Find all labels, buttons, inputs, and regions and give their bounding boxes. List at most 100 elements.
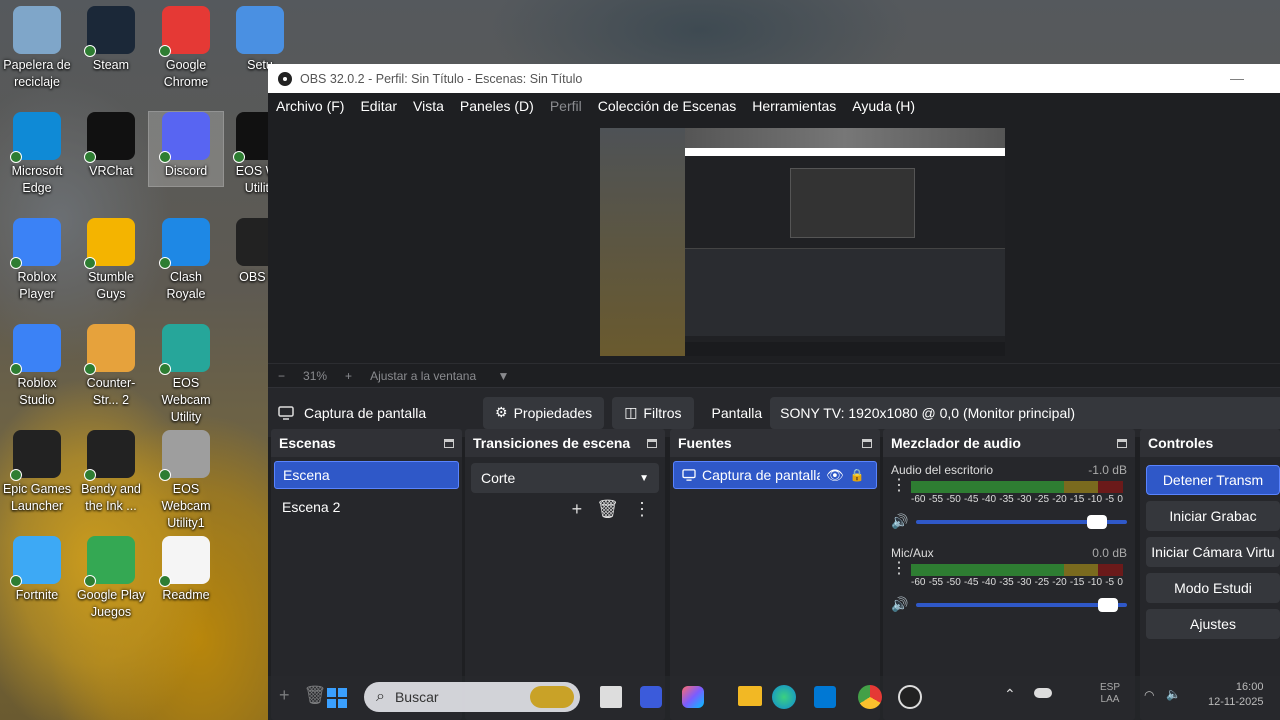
- desktop-icon[interactable]: Roblox Player: [0, 218, 74, 303]
- desktop-icon[interactable]: Clash Royale: [149, 218, 223, 303]
- menu-item[interactable]: Paneles (D): [460, 98, 534, 114]
- minimize-button[interactable]: —: [1230, 70, 1244, 86]
- menu-item[interactable]: Vista: [413, 98, 444, 114]
- edge-taskbar-icon[interactable]: [772, 685, 796, 709]
- obs-taskbar-icon[interactable]: [898, 685, 922, 709]
- menu-item[interactable]: Editar: [360, 98, 397, 114]
- chevron-up-icon[interactable]: ⌃: [1004, 686, 1016, 703]
- preview-canvas[interactable]: [600, 128, 1005, 356]
- volume-knob[interactable]: [1087, 514, 1108, 529]
- sync-status-icon: [84, 257, 96, 269]
- desktop-icon[interactable]: Microsoft Edge: [0, 112, 74, 197]
- clock-date: 12-11-2025: [1208, 696, 1264, 708]
- desktop-icon[interactable]: Readme: [149, 536, 223, 604]
- speaker-icon[interactable]: 🔈: [1166, 687, 1181, 701]
- language-indicator[interactable]: ESP LAA: [1100, 682, 1120, 706]
- undock-icon[interactable]: [647, 438, 657, 448]
- scene-name: Escena 2: [282, 499, 341, 515]
- steam-icon: [84, 6, 135, 57]
- speaker-icon[interactable]: 🔊: [891, 596, 908, 613]
- desktop-icon[interactable]: Roblox Studio: [0, 324, 74, 409]
- onedrive-icon[interactable]: [1034, 688, 1052, 698]
- menu-item[interactable]: Archivo (F): [276, 98, 344, 114]
- channel-name: Audio del escritorio: [891, 463, 994, 477]
- eye-icon[interactable]: 👁: [826, 467, 844, 484]
- scene-item[interactable]: Escena 2: [274, 493, 459, 521]
- menu-item[interactable]: Ayuda (H): [852, 98, 915, 114]
- transition-select[interactable]: Corte ▼: [471, 463, 659, 493]
- volume-slider[interactable]: [916, 597, 1127, 612]
- undock-icon[interactable]: [444, 438, 454, 448]
- desktop-icon[interactable]: VRChat: [74, 112, 148, 180]
- settings-button[interactable]: Ajustes: [1146, 609, 1280, 639]
- language-layout: LAA: [1100, 694, 1120, 705]
- desktop-icon[interactable]: Bendy and the Ink ...: [74, 430, 148, 515]
- volume-slider[interactable]: [916, 514, 1127, 529]
- meter-scale: -60 -55 -50 -45 -40 -35 -30 -25 -20 -15 -10 -5 0: [911, 494, 1123, 505]
- copilot-icon[interactable]: [640, 686, 662, 708]
- edge-icon: [10, 112, 61, 163]
- desktop-icon-label: Papelera de reciclaje: [3, 58, 71, 89]
- desktop-icon[interactable]: Discord: [148, 111, 224, 187]
- desktop-icon[interactable]: Stumble Guys: [74, 218, 148, 303]
- desktop-icon[interactable]: Google Chrome: [149, 6, 223, 91]
- meter-tick: -35: [999, 494, 1014, 505]
- desktop-icon[interactable]: EOS Webcam Utility1: [149, 430, 223, 532]
- sync-status-icon: [84, 363, 96, 375]
- desktop-icon[interactable]: Papelera de reciclaje: [0, 6, 74, 91]
- filters-button[interactable]: ◫ Filtros: [612, 396, 694, 429]
- zoom-in-button[interactable]: +: [345, 369, 352, 383]
- desktop-icon[interactable]: Google Play Juegos: [74, 536, 148, 621]
- fit-window-select[interactable]: Ajustar a la ventana ▼: [370, 369, 509, 383]
- undock-icon[interactable]: [862, 438, 872, 448]
- lock-icon[interactable]: 🔒: [850, 468, 865, 482]
- studio-mode-button[interactable]: Modo Estudi: [1146, 573, 1280, 603]
- more-options-icon[interactable]: ⋮: [891, 478, 907, 494]
- fortnite-icon: [10, 536, 61, 587]
- start-recording-button[interactable]: Iniciar Grabac: [1146, 501, 1280, 531]
- menu-item[interactable]: Perfil: [550, 98, 582, 114]
- windows-start-icon[interactable]: [324, 686, 350, 710]
- more-options-icon[interactable]: ⋮: [633, 499, 651, 520]
- volume-knob[interactable]: [1097, 597, 1118, 612]
- add-transition-button[interactable]: +: [572, 499, 583, 520]
- desktop-icon[interactable]: EOS Webcam Utility: [149, 324, 223, 426]
- stop-streaming-button[interactable]: Detener Transm: [1146, 465, 1280, 495]
- task-view-icon[interactable]: [600, 686, 622, 708]
- desktop-icon-label: Google Chrome: [163, 58, 209, 89]
- undock-icon[interactable]: [1117, 438, 1127, 448]
- copilot-app-icon[interactable]: [682, 686, 704, 708]
- file-explorer-icon[interactable]: [738, 686, 762, 706]
- search-icon: ⌕: [376, 688, 385, 705]
- desktop-icon[interactable]: Fortnite: [0, 536, 74, 604]
- desktop-icon[interactable]: Steam: [74, 6, 148, 74]
- meter-bars: [911, 564, 1123, 576]
- store-icon[interactable]: [814, 686, 836, 708]
- sync-status-icon: [159, 363, 171, 375]
- menu-item[interactable]: Herramientas: [752, 98, 836, 114]
- display-select[interactable]: SONY TV: 1920x1080 @ 0,0 (Monitor princi…: [770, 396, 1280, 429]
- meter-tick: -10: [1087, 494, 1103, 505]
- start-virtual-camera-button[interactable]: Iniciar Cámara Virtu: [1146, 537, 1280, 567]
- desktop-icon[interactable]: Epic Games Launcher: [0, 430, 74, 515]
- trash-icon[interactable]: 🗑: [596, 499, 619, 520]
- meter-tick: -50: [946, 494, 961, 505]
- zoom-out-button[interactable]: −: [278, 369, 285, 383]
- speaker-icon[interactable]: 🔊: [891, 513, 908, 530]
- controls-title: Controles: [1148, 435, 1214, 451]
- wifi-icon[interactable]: ◠: [1144, 688, 1154, 702]
- chrome-taskbar-icon[interactable]: [858, 685, 882, 709]
- stumble-guys-icon: [84, 218, 135, 269]
- source-item[interactable]: Captura de pantalla 👁 🔒: [673, 461, 877, 489]
- meter-tick: -5: [1105, 577, 1115, 588]
- meter-tick: -45: [963, 577, 979, 588]
- scene-item[interactable]: Escena: [274, 461, 459, 489]
- search-box[interactable]: ⌕ Buscar: [364, 682, 580, 712]
- properties-button[interactable]: ⚙ Propiedades: [483, 396, 605, 429]
- preview-taskbar: [685, 342, 1005, 356]
- desktop-icon[interactable]: Counter-Str... 2: [74, 324, 148, 409]
- clock[interactable]: 16:00 12-11-2025: [1208, 680, 1263, 710]
- menu-item[interactable]: Colección de Escenas: [598, 98, 737, 114]
- more-options-icon[interactable]: ⋮: [891, 561, 907, 577]
- desktop-icon-label: Google Play Juegos: [76, 588, 146, 619]
